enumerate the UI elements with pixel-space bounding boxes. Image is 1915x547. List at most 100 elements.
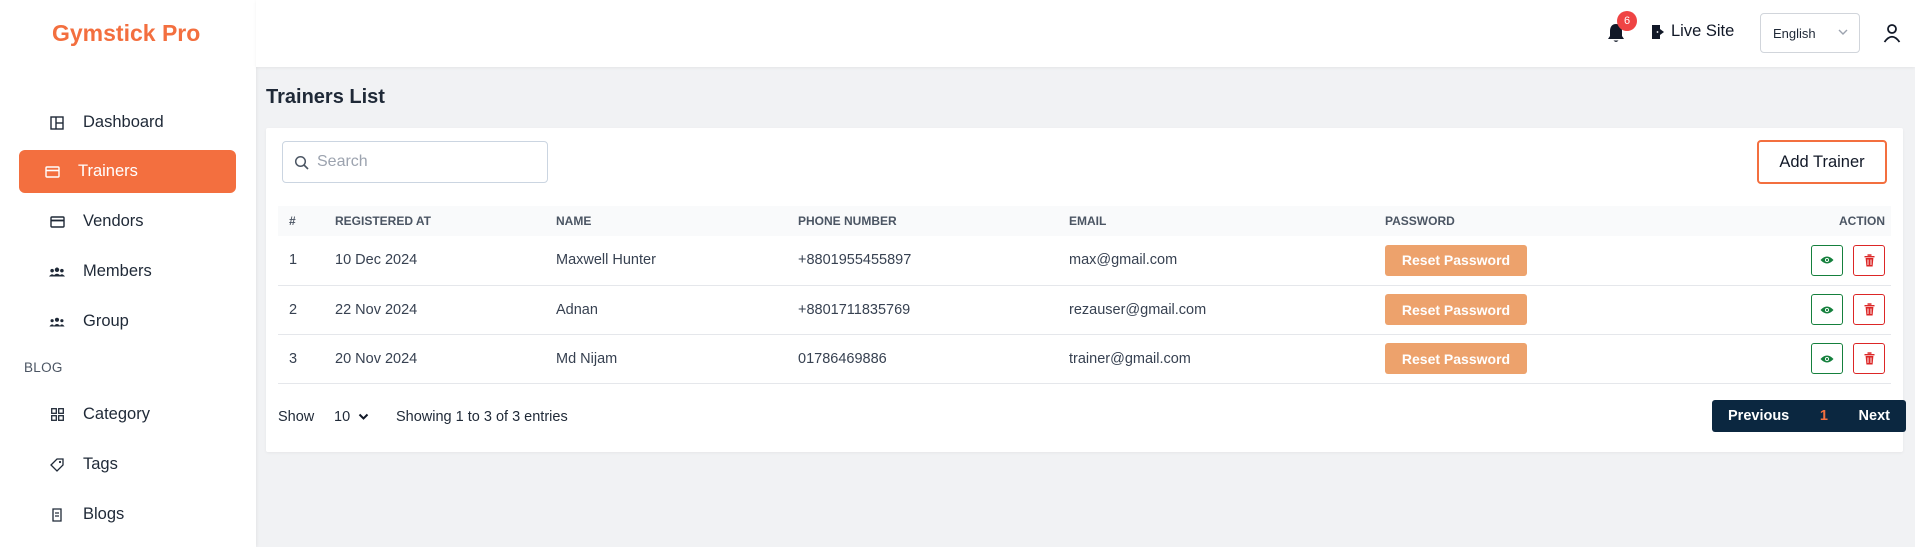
notification-badge: 6 — [1617, 11, 1637, 31]
pagination: Previous 1 Next — [1712, 400, 1906, 432]
table-row: 2 22 Nov 2024 Adnan +8801711835769 rezau… — [278, 285, 1891, 334]
sidebar-item-label: Group — [83, 312, 129, 330]
delete-button[interactable] — [1853, 244, 1885, 276]
delete-button[interactable] — [1853, 294, 1885, 325]
chevron-down-icon — [358, 413, 369, 421]
external-site-icon — [1651, 24, 1665, 40]
cell-registered-at: 10 Dec 2024 — [335, 252, 418, 269]
eye-icon — [1820, 355, 1834, 362]
cell-registered-at: 22 Nov 2024 — [335, 301, 418, 318]
cell-email: rezauser@gmail.com — [1069, 301, 1207, 318]
reset-password-button[interactable]: Reset Password — [1385, 343, 1527, 374]
cell-index: 3 — [289, 350, 298, 367]
cell-password: Reset Password — [1374, 334, 1624, 383]
sidebar: Gymstick Pro Dashboard Trainers Vendors … — [0, 0, 256, 547]
eye-icon — [1820, 306, 1834, 313]
trash-icon — [1864, 303, 1874, 316]
sidebar-item-label: Vendors — [83, 212, 144, 230]
chevron-down-icon — [1837, 26, 1849, 41]
live-site-label: Live Site — [1671, 22, 1735, 40]
sidebar-item-dashboard[interactable]: Dashboard — [19, 101, 236, 144]
sidebar-item-members[interactable]: Members — [19, 250, 236, 293]
eye-icon — [1820, 256, 1834, 264]
cell-phone: +8801711835769 — [798, 301, 911, 318]
next-page-button[interactable]: Next — [1859, 408, 1890, 424]
trainers-table-wrapper: # REGISTERED AT NAME PHONE NUMBER EMAIL … — [278, 206, 1891, 384]
language-value: English — [1773, 25, 1816, 41]
cell-action — [1624, 285, 1891, 334]
search-input[interactable] — [317, 153, 527, 171]
sidebar-item-label: Members — [83, 262, 152, 280]
search-box[interactable] — [282, 141, 548, 183]
page-title: Trainers List — [266, 86, 385, 108]
dashboard-icon — [49, 115, 65, 131]
cell-password: Reset Password — [1374, 236, 1624, 285]
table-footer: Show 10 Showing 1 to 3 of 3 entries Prev… — [278, 396, 1906, 436]
reset-password-button[interactable]: Reset Password — [1385, 244, 1527, 276]
trash-icon — [1864, 254, 1874, 267]
add-trainer-button[interactable]: Add Trainer — [1757, 140, 1887, 184]
card-icon — [44, 164, 60, 180]
table-header-row: # REGISTERED AT NAME PHONE NUMBER EMAIL … — [278, 206, 1891, 236]
group-icon — [49, 314, 65, 330]
cell-name: Adnan — [556, 301, 598, 318]
cell-registered-at: 20 Nov 2024 — [335, 350, 418, 367]
tag-icon — [49, 457, 65, 473]
sidebar-item-label: Dashboard — [83, 113, 164, 131]
column-header-registered-at: REGISTERED AT — [335, 214, 432, 228]
column-header-phone: PHONE NUMBER — [798, 214, 897, 228]
cell-name: Maxwell Hunter — [556, 252, 656, 269]
table-row: 3 20 Nov 2024 Md Nijam 01786469886 train… — [278, 334, 1891, 383]
sidebar-item-tags[interactable]: Tags — [19, 443, 236, 486]
previous-page-button[interactable]: Previous — [1728, 408, 1789, 424]
sidebar-item-label: Trainers — [78, 162, 138, 180]
grid-icon — [49, 407, 65, 423]
cell-password: Reset Password — [1374, 285, 1624, 334]
sidebar-item-vendors[interactable]: Vendors — [19, 200, 236, 243]
reset-password-button[interactable]: Reset Password — [1385, 294, 1527, 325]
entries-info: Showing 1 to 3 of 3 entries — [396, 409, 568, 425]
cell-email: trainer@gmail.com — [1069, 350, 1191, 367]
view-button[interactable] — [1810, 244, 1843, 276]
sidebar-section-blog: BLOG — [24, 360, 63, 375]
live-site-link[interactable]: Live Site — [1651, 22, 1734, 41]
sidebar-item-label: Category — [83, 405, 150, 423]
document-icon — [49, 507, 65, 523]
card-icon — [49, 214, 65, 230]
view-button[interactable] — [1810, 294, 1843, 325]
page-number-button[interactable]: 1 — [1820, 408, 1828, 424]
column-header-action: ACTION — [1839, 214, 1885, 228]
column-header-index: # — [289, 214, 296, 228]
cell-action — [1624, 334, 1891, 383]
page-size-value: 10 — [334, 409, 351, 425]
trainers-card: Add Trainer # REGISTERED AT NAME PHONE N… — [266, 128, 1906, 452]
view-button[interactable] — [1810, 343, 1843, 374]
delete-button[interactable] — [1853, 343, 1885, 374]
language-select[interactable]: English — [1760, 13, 1860, 53]
cell-name: Md Nijam — [556, 350, 618, 367]
page-size-select[interactable]: 10 — [334, 409, 369, 425]
column-header-email: EMAIL — [1069, 214, 1107, 228]
column-header-password: PASSWORD — [1385, 214, 1455, 228]
app-logo[interactable]: Gymstick Pro — [52, 20, 200, 47]
cell-phone: 01786469886 — [798, 350, 887, 367]
cell-action — [1624, 236, 1891, 285]
sidebar-item-blogs[interactable]: Blogs — [19, 493, 236, 536]
cell-index: 2 — [289, 301, 298, 318]
members-icon — [49, 264, 65, 280]
cell-phone: +8801955455897 — [798, 252, 912, 269]
column-header-name: NAME — [556, 214, 592, 228]
user-icon[interactable] — [1883, 23, 1901, 48]
sidebar-item-group[interactable]: Group — [19, 300, 236, 343]
search-icon — [294, 155, 309, 170]
sidebar-item-category[interactable]: Category — [19, 393, 236, 436]
sidebar-item-label: Blogs — [83, 505, 125, 523]
cell-index: 1 — [289, 252, 298, 269]
sidebar-item-trainers[interactable]: Trainers — [19, 150, 236, 193]
show-label: Show — [278, 409, 315, 425]
cell-email: max@gmail.com — [1069, 252, 1178, 269]
table-row: 1 10 Dec 2024 Maxwell Hunter +8801955455… — [278, 236, 1891, 285]
trash-icon — [1864, 352, 1874, 365]
trainers-table: # REGISTERED AT NAME PHONE NUMBER EMAIL … — [278, 206, 1891, 384]
sidebar-item-label: Tags — [83, 455, 118, 473]
